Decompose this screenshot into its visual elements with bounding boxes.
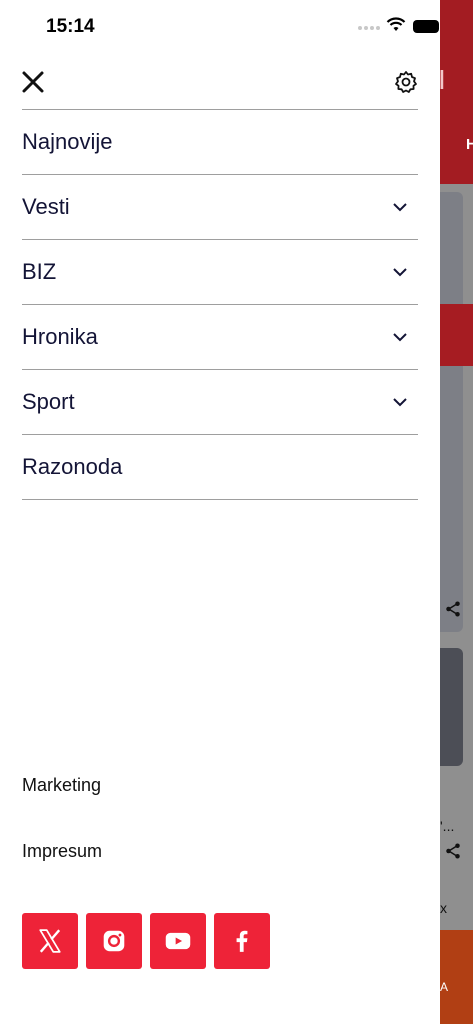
background-tab-label: H bbox=[466, 136, 473, 153]
impresum-link[interactable]: Impresum bbox=[22, 841, 102, 862]
youtube-button[interactable] bbox=[150, 913, 206, 969]
background-snippet: x bbox=[440, 900, 447, 916]
instagram-button[interactable] bbox=[86, 913, 142, 969]
menu-item-label: Hronika bbox=[22, 324, 98, 349]
chevron-down-icon[interactable] bbox=[392, 264, 408, 280]
menu-item-biz[interactable]: BIZ bbox=[22, 239, 418, 304]
chevron-down-icon[interactable] bbox=[392, 329, 408, 345]
share-icon[interactable] bbox=[444, 600, 462, 623]
background-card bbox=[440, 648, 463, 766]
background-snippet: '... bbox=[440, 818, 455, 834]
menu-item-label: Razonoda bbox=[22, 454, 123, 479]
share-icon[interactable] bbox=[444, 842, 462, 865]
signal-icon bbox=[358, 26, 380, 30]
background-header: I H bbox=[440, 0, 473, 184]
menu-item-sport[interactable]: Sport bbox=[22, 369, 418, 434]
status-time: 15:14 bbox=[46, 16, 95, 37]
background-footer-label: A bbox=[440, 980, 449, 994]
youtube-icon bbox=[165, 932, 191, 950]
navigation-drawer: 15:14 Najnovije Vesti BIZ Hronika Sport … bbox=[0, 0, 440, 1024]
marketing-link[interactable]: Marketing bbox=[22, 775, 101, 796]
battery-icon bbox=[413, 20, 439, 33]
x-button[interactable] bbox=[22, 913, 78, 969]
menu-item-label: Vesti bbox=[22, 194, 70, 219]
instagram-icon bbox=[103, 930, 125, 952]
gear-icon[interactable] bbox=[394, 70, 418, 94]
background-card-banner bbox=[440, 304, 473, 366]
background-footer bbox=[440, 930, 473, 1024]
wifi-icon bbox=[386, 17, 406, 31]
status-bar: 15:14 bbox=[0, 0, 440, 54]
menu-item-label: Najnovije bbox=[22, 129, 113, 154]
menu-item-vesti[interactable]: Vesti bbox=[22, 174, 418, 239]
menu-item-razonoda[interactable]: Razonoda bbox=[22, 434, 418, 500]
background-logo: I bbox=[440, 64, 446, 95]
chevron-down-icon[interactable] bbox=[392, 199, 408, 215]
close-icon[interactable] bbox=[21, 70, 45, 94]
menu-item-label: Sport bbox=[22, 389, 75, 414]
chevron-down-icon[interactable] bbox=[392, 394, 408, 410]
background-app: I H '... x A bbox=[440, 0, 473, 1024]
background-card bbox=[440, 192, 463, 632]
social-links bbox=[22, 913, 270, 969]
facebook-button[interactable] bbox=[214, 913, 270, 969]
menu-item-hronika[interactable]: Hronika bbox=[22, 304, 418, 369]
facebook-icon bbox=[236, 930, 248, 952]
menu-item-label: BIZ bbox=[22, 259, 57, 284]
x-icon bbox=[39, 929, 61, 953]
menu-item-najnovije[interactable]: Najnovije bbox=[22, 109, 418, 174]
menu-list: Najnovije Vesti BIZ Hronika Sport Razono… bbox=[22, 109, 418, 500]
